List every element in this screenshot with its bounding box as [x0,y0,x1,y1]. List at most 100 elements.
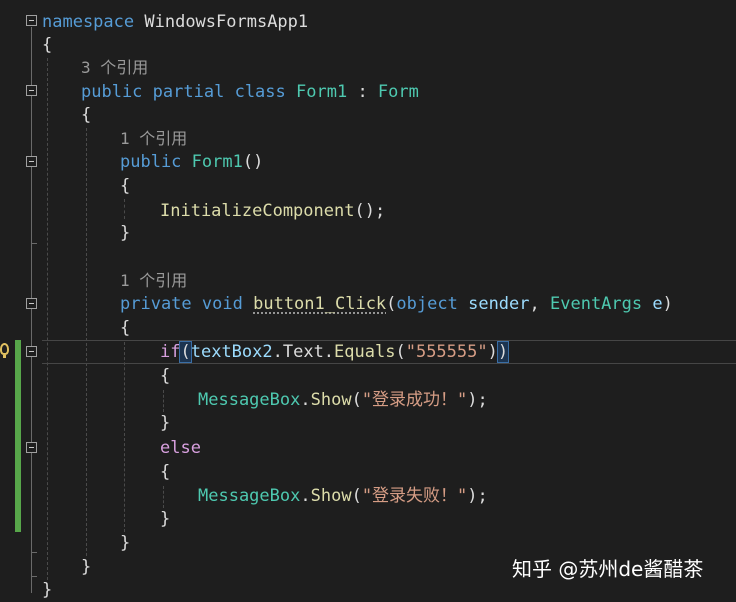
codelens-form1-ctor[interactable]: 1 个引用 [120,127,187,151]
code-line: } [42,578,52,602]
indent-guide [47,58,48,580]
brace-match: ( [179,341,192,363]
textbox-ref: textBox2 [190,342,273,362]
brace: { [160,366,171,386]
method-show: Show [310,390,352,410]
brace: } [160,509,171,529]
code-line: } [160,507,170,531]
collapse-toggle-method[interactable] [26,298,37,309]
comma: , [529,294,550,314]
method-equals: Equals [334,342,396,362]
keyword-class: class [234,82,286,102]
method-show: Show [310,486,352,506]
parens: () [242,152,264,172]
keyword-void: void [201,294,243,314]
outline-end [31,243,37,244]
namespace-name: WindowsFormsApp1 [144,12,309,32]
code-line: } [120,221,130,245]
type-messagebox: MessageBox [198,390,301,410]
code-line: public partial class Form1 : Form [81,80,419,104]
code-line: InitializeComponent(); [160,199,385,223]
brace: { [160,462,171,482]
param-sender: sender [468,294,530,314]
keyword-object: object [396,294,458,314]
dot: . [300,390,311,410]
keyword-else: else [160,438,201,458]
method-call: InitializeComponent [160,201,355,221]
base-class: Form [377,82,419,102]
code-line: { [120,316,130,340]
code-line: { [160,364,170,388]
code-line-current: if(textBox2.Text.Equals("555555")) [160,340,510,364]
indent-guide [163,390,164,412]
string-literal: "登录成功！" [361,390,468,410]
collapse-toggle-ctor[interactable] [26,156,37,167]
keyword-namespace: namespace [42,12,135,32]
code-line: } [81,555,91,579]
code-line: MessageBox.Show("登录失败！"); [198,484,488,508]
keyword-public: public [120,152,182,172]
change-indicator-bar [15,340,21,532]
code-line: namespace WindowsFormsApp1 [42,10,308,34]
method-name: button1_Click [253,294,387,314]
paren: ( [395,342,406,362]
lightbulb-icon[interactable] [0,343,9,358]
colon: : [347,82,378,102]
code-line: { [81,103,91,127]
watermark: 知乎 @苏州de酱醋茶 [512,557,704,581]
brace-match: ) [496,341,510,363]
brace: } [81,557,92,577]
codelens-button1-click[interactable]: 1 个引用 [120,269,187,293]
code-line: public Form1() [120,150,263,174]
keyword-public: public [81,82,143,102]
call-end: ); [467,486,488,506]
indent-guide [124,199,125,219]
member-text: .Text. [272,342,335,362]
call-end: (); [354,201,386,221]
outline-end [31,576,37,577]
paren: ) [662,294,673,314]
code-editor[interactable]: namespace WindowsFormsApp1 { 3 个引用 publi… [0,0,736,600]
code-line: } [120,531,130,555]
keyword-private: private [120,294,192,314]
collapse-toggle-namespace[interactable] [26,15,37,26]
call-end: ); [467,390,488,410]
code-line: } [160,411,170,435]
brace: { [42,35,53,55]
paren: ( [351,486,362,506]
brace: { [81,105,92,125]
brace: } [160,413,171,433]
type-messagebox: MessageBox [198,486,301,506]
code-line: { [120,174,130,198]
paren: ) [487,342,498,362]
brace: } [120,533,131,553]
string-literal: "555555" [405,342,488,362]
code-line: MessageBox.Show("登录成功！"); [198,388,488,412]
keyword-if: if [160,342,181,362]
code-line: else [160,436,201,460]
brace: { [120,176,131,196]
collapse-toggle-class[interactable] [26,85,37,96]
brace: } [42,580,53,600]
paren: ( [351,390,362,410]
indent-guide [124,342,125,532]
paren: ( [386,294,397,314]
indent-guide [163,486,164,508]
code-line: { [160,460,170,484]
codelens-form1-class[interactable]: 3 个引用 [81,56,148,80]
outline-end [31,552,37,553]
keyword-partial: partial [152,82,225,102]
class-name: Form1 [296,82,348,102]
collapse-toggle-if[interactable] [26,346,37,357]
ctor-name: Form1 [191,152,243,172]
code-line: private void button1_Click(object sender… [120,292,673,316]
type-eventargs: EventArgs [550,294,643,314]
brace: } [120,223,131,243]
collapse-toggle-else[interactable] [26,442,37,453]
dot: . [300,486,311,506]
code-line: { [42,33,52,57]
outline-line [31,27,32,593]
string-literal: "登录失败！" [361,486,468,506]
brace: { [120,318,131,338]
param-e: e [652,294,663,314]
